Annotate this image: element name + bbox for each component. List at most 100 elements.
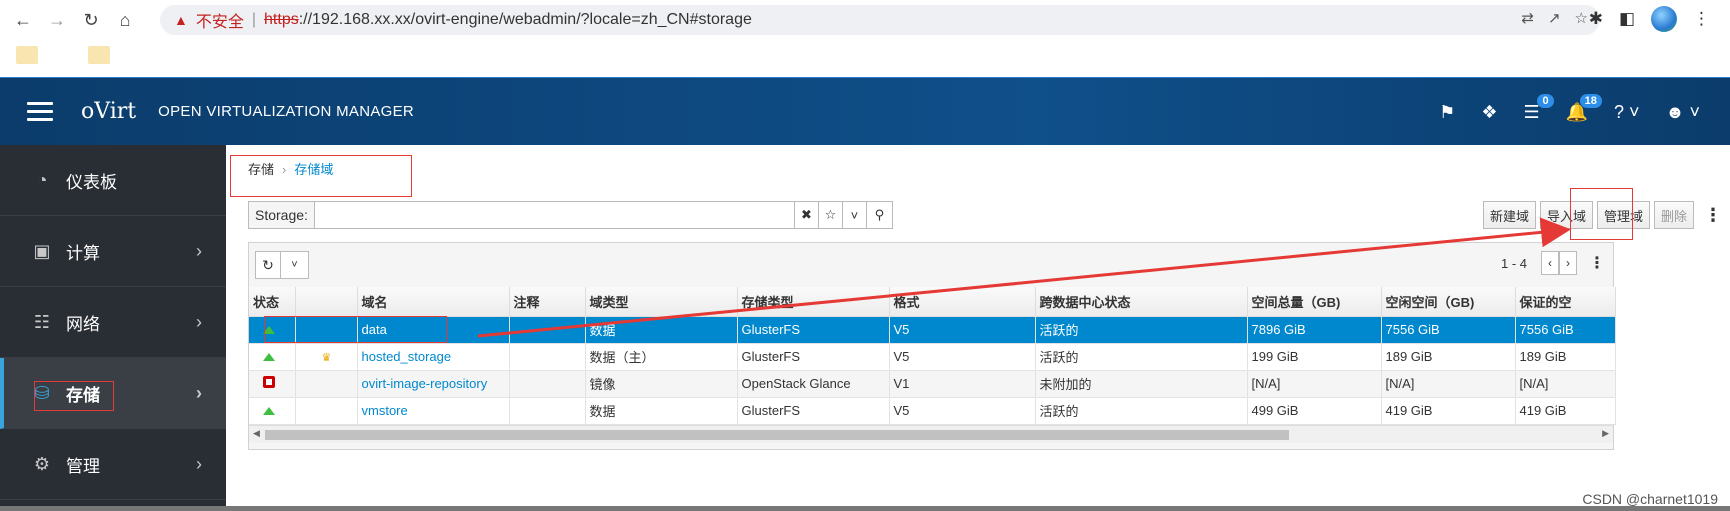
help-icon[interactable]: ? ˅	[1614, 102, 1640, 123]
reload-icon[interactable]: ↻	[74, 3, 108, 37]
search-icon[interactable]: ⚲	[866, 201, 893, 229]
column-header[interactable]: 注释	[509, 287, 586, 317]
back-icon[interactable]: ←	[6, 3, 40, 37]
status-cell	[249, 370, 296, 398]
search-input[interactable]	[314, 201, 795, 229]
more-actions-icon[interactable]: ⋮	[1704, 205, 1722, 226]
import-domain-button[interactable]: 导入域	[1539, 201, 1593, 229]
share-icon[interactable]: ↗	[1548, 9, 1561, 27]
status-cell	[249, 343, 296, 371]
sidebar-item-network[interactable]: ☷ 网络 ›	[0, 287, 226, 358]
master-crown-icon: ♛	[321, 352, 332, 364]
chevron-down-icon[interactable]: ˅	[842, 201, 867, 229]
domain-name-link[interactable]: vmstore	[362, 403, 408, 418]
column-header[interactable]: 域类型	[585, 287, 738, 317]
column-header[interactable]: 保证的空	[1515, 287, 1616, 317]
home-icon[interactable]: ⌂	[108, 3, 142, 37]
storage-type-cell: GlusterFS	[737, 316, 890, 344]
brand-logo[interactable]: oVirt	[81, 99, 136, 124]
app-header: oVirt OPEN VIRTUALIZATION MANAGER ⚑ ❖ ☰ 0…	[0, 77, 1730, 145]
user-icon[interactable]: ☻ ˅	[1666, 102, 1700, 123]
chevron-down-icon[interactable]: ˅	[281, 251, 309, 279]
domain-name-cell[interactable]: hosted_storage	[357, 343, 510, 371]
prev-page-icon[interactable]: ‹	[1541, 251, 1559, 275]
storage-type-cell: GlusterFS	[737, 397, 890, 425]
domain-name-link[interactable]: hosted_storage	[362, 349, 452, 364]
bookmark-folder-icon[interactable]	[88, 46, 110, 64]
domain-name-link[interactable]: ovirt-image-repository	[362, 376, 488, 391]
total-space-cell: 499 GiB	[1247, 397, 1382, 425]
new-domain-button[interactable]: 新建域	[1482, 201, 1536, 229]
bookmark-folder-icon[interactable]	[16, 46, 38, 64]
sidepanel-icon[interactable]: ◧	[1619, 9, 1635, 29]
browser-menu-icon[interactable]: ⋮	[1693, 9, 1710, 29]
column-header[interactable]: 状态	[249, 287, 296, 317]
breadcrumb-parent[interactable]: 存储	[248, 162, 274, 177]
extensions-icon[interactable]: ✱	[1589, 9, 1603, 29]
domain-type-cell: 数据	[585, 316, 738, 344]
translate-icon[interactable]: ⇄	[1521, 9, 1534, 27]
free-space-cell: [N/A]	[1381, 370, 1516, 398]
format-cell: V5	[889, 316, 1036, 344]
scroll-right-icon[interactable]: ▶	[1602, 428, 1609, 439]
total-space-cell: 199 GiB	[1247, 343, 1382, 371]
horizontal-scrollbar[interactable]: ◀ ▶	[249, 424, 1613, 443]
breadcrumb-current: 存储域	[294, 162, 334, 177]
sidebar-item-dashboard[interactable]: ◔ 仪表板	[0, 145, 226, 216]
next-page-icon[interactable]: ›	[1559, 251, 1577, 275]
sidebar-item-label: 网络	[66, 314, 100, 334]
tasks-icon[interactable]: ☰ 0	[1523, 93, 1554, 123]
column-header[interactable]: 格式	[889, 287, 1036, 317]
free-space-cell: 7556 GiB	[1381, 316, 1516, 344]
domain-name-link[interactable]: data	[362, 322, 387, 337]
comment-cell	[509, 397, 586, 425]
domain-name-cell[interactable]: data	[357, 316, 510, 344]
hamburger-menu-icon[interactable]	[27, 97, 53, 126]
column-header[interactable]: 域名	[357, 287, 510, 317]
address-bar[interactable]: ▲ 不安全 | https ://192.168.xx.xx/ovirt-eng…	[160, 5, 1600, 35]
column-header[interactable]	[295, 287, 358, 317]
url-scheme: https	[264, 11, 299, 28]
domain-type-cell: 数据	[585, 397, 738, 425]
scrollbar-thumb[interactable]	[265, 429, 1289, 440]
gear-icon: ⚙	[33, 453, 51, 474]
guaranteed-space-cell: 189 GiB	[1515, 343, 1616, 371]
column-menu-icon[interactable]: ⋮	[1589, 253, 1605, 273]
refresh-icon[interactable]: ↻	[255, 251, 281, 279]
format-cell: V1	[889, 370, 1036, 398]
star-icon[interactable]: ☆	[1575, 9, 1588, 27]
sidebar-item-admin[interactable]: ⚙ 管理 ›	[0, 429, 226, 500]
forward-icon[interactable]: →	[40, 3, 74, 37]
total-space-cell: [N/A]	[1247, 370, 1382, 398]
domain-name-cell[interactable]: ovirt-image-repository	[357, 370, 510, 398]
column-header[interactable]: 存储类型	[737, 287, 890, 317]
sidebar-item-storage[interactable]: ⛁ 存储 ›	[0, 358, 226, 429]
table-row[interactable]: ♛ hosted_storage 数据（主） GlusterFS V5 活跃的 …	[249, 343, 1616, 371]
bookmark-icon[interactable]: ⚑	[1439, 102, 1455, 123]
profile-avatar[interactable]	[1651, 6, 1677, 32]
table-row[interactable]: data 数据 GlusterFS V5 活跃的 7896 GiB 7556 G…	[249, 316, 1616, 344]
storage-icon: ⛁	[34, 382, 50, 403]
domain-name-cell[interactable]: vmstore	[357, 397, 510, 425]
table-row[interactable]: vmstore 数据 GlusterFS V5 活跃的 499 GiB 419 …	[249, 397, 1616, 425]
sidebar-item-compute[interactable]: ▣ 计算 ›	[0, 216, 226, 287]
clear-search-icon[interactable]: ✖	[794, 201, 819, 229]
chevron-right-icon: ›	[196, 311, 202, 332]
manage-domain-button[interactable]: 管理域	[1596, 201, 1650, 229]
total-space-cell: 7896 GiB	[1247, 316, 1382, 344]
taskbar-edge	[0, 506, 1730, 511]
scroll-left-icon[interactable]: ◀	[253, 428, 260, 439]
column-header[interactable]: 空间总量（GB)	[1247, 287, 1382, 317]
chevron-right-icon: ›	[196, 453, 202, 474]
tags-icon[interactable]: ❖	[1481, 102, 1497, 123]
table-row[interactable]: ovirt-image-repository 镜像 OpenStack Glan…	[249, 370, 1616, 398]
watermark: CSDN @charnet1019	[1582, 491, 1718, 507]
status-cell	[249, 397, 296, 425]
bell-icon[interactable]: 🔔 18	[1566, 93, 1602, 123]
storage-domain-grid: ↻ ˅ 1 - 4 ‹ › ⋮ 状态 域名 注释 域类型 存储类型 格式 跨数据…	[248, 242, 1616, 450]
bookmark-star-icon[interactable]: ☆	[818, 201, 843, 229]
column-header[interactable]: 空闲空间（GB)	[1381, 287, 1516, 317]
remove-button[interactable]: 删除	[1653, 201, 1694, 229]
breadcrumb: 存储 › 存储域	[248, 159, 333, 178]
column-header[interactable]: 跨数据中心状态	[1035, 287, 1248, 317]
